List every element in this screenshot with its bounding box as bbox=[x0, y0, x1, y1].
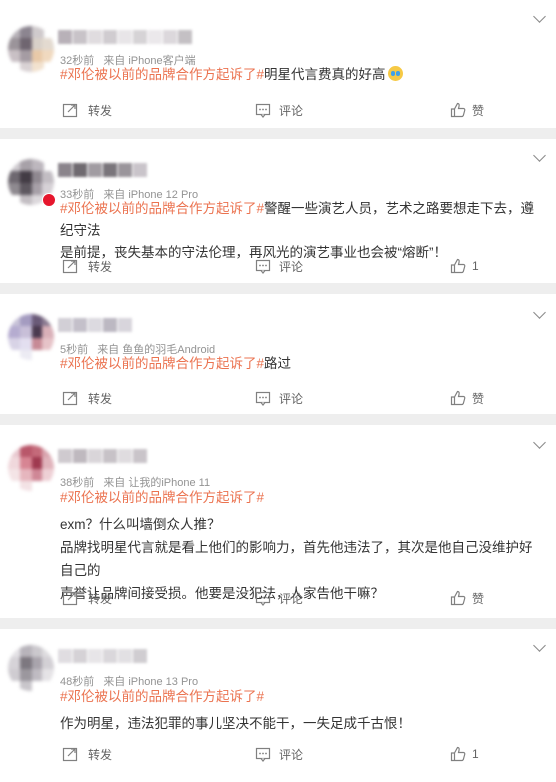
like-label: 赞 bbox=[472, 591, 485, 606]
emoji-icon bbox=[387, 66, 403, 81]
chevron-down-icon[interactable] bbox=[533, 436, 546, 449]
comment-button[interactable]: 评论 bbox=[255, 588, 303, 608]
forward-label: 转发 bbox=[88, 747, 113, 762]
comment-icon bbox=[255, 391, 271, 406]
comment-body: #邓伦被以前的品牌合作方起诉了#路过 bbox=[60, 353, 544, 375]
avatar[interactable] bbox=[8, 314, 54, 360]
hashtag-link[interactable]: #邓伦被以前的品牌合作方起诉了# bbox=[60, 356, 264, 371]
comment-button[interactable]: 评论 bbox=[255, 388, 303, 408]
comment-feed: 32秒前 来自 iPhone客户端 #邓伦被以前的品牌合作方起诉了#明星代言费真… bbox=[0, 0, 556, 782]
comment-icon bbox=[255, 259, 271, 274]
forward-icon bbox=[62, 103, 78, 118]
comment-card: 38秒前 来自 让我的iPhone 11 #邓伦被以前的品牌合作方起诉了# ex… bbox=[0, 425, 556, 618]
forward-button[interactable]: 转发 bbox=[62, 744, 112, 764]
username-redacted bbox=[58, 163, 148, 179]
comment-icon bbox=[255, 103, 271, 118]
comment-button[interactable]: 评论 bbox=[255, 744, 303, 764]
verified-badge-icon bbox=[42, 193, 56, 207]
chevron-down-icon[interactable] bbox=[533, 10, 546, 23]
like-button[interactable]: 1 bbox=[450, 744, 479, 764]
forward-button[interactable]: 转发 bbox=[62, 256, 112, 276]
avatar[interactable] bbox=[8, 445, 54, 491]
forward-button[interactable]: 转发 bbox=[62, 388, 112, 408]
comment-card: 48秒前 来自 iPhone 13 Pro #邓伦被以前的品牌合作方起诉了# 作… bbox=[0, 629, 556, 782]
comment-line: #邓伦被以前的品牌合作方起诉了#警醒一些演艺人员，艺术之路要想走下去，遵纪守法 bbox=[60, 198, 544, 242]
comment-card: 5秒前 来自 鱼鱼的羽毛Android #邓伦被以前的品牌合作方起诉了#路过 转… bbox=[0, 294, 556, 414]
like-count: 1 bbox=[472, 259, 479, 273]
comment-card: 33秒前 来自 iPhone 12 Pro #邓伦被以前的品牌合作方起诉了#警醒… bbox=[0, 139, 556, 283]
like-icon bbox=[450, 746, 466, 762]
comment-button[interactable]: 评论 bbox=[255, 100, 303, 120]
forward-label: 转发 bbox=[88, 259, 113, 274]
comment-text: 明星代言费真的好高 bbox=[264, 67, 386, 82]
hashtag-link[interactable]: #邓伦被以前的品牌合作方起诉了# bbox=[60, 486, 544, 509]
forward-label: 转发 bbox=[88, 103, 113, 118]
like-count: 1 bbox=[472, 747, 479, 761]
like-button[interactable]: 赞 bbox=[450, 588, 484, 608]
like-icon bbox=[450, 258, 466, 274]
forward-label: 转发 bbox=[88, 391, 113, 406]
chevron-down-icon[interactable] bbox=[533, 639, 546, 652]
avatar[interactable] bbox=[8, 26, 54, 72]
username-redacted bbox=[58, 30, 193, 46]
comment-button[interactable]: 评论 bbox=[255, 256, 303, 276]
comment-icon bbox=[255, 747, 271, 762]
comment-text: 路过 bbox=[264, 356, 292, 371]
username-redacted bbox=[58, 449, 148, 465]
like-icon bbox=[450, 590, 466, 606]
forward-label: 转发 bbox=[88, 591, 113, 606]
like-button[interactable]: 1 bbox=[450, 256, 479, 276]
like-label: 赞 bbox=[472, 103, 485, 118]
chevron-down-icon[interactable] bbox=[533, 306, 546, 319]
comment-label: 评论 bbox=[279, 259, 304, 274]
action-bar: 转发 评论 1 bbox=[0, 256, 556, 276]
comment-icon bbox=[255, 591, 271, 606]
action-bar: 转发 评论 1 bbox=[0, 744, 556, 764]
comment-label: 评论 bbox=[279, 747, 304, 762]
comment-body: #邓伦被以前的品牌合作方起诉了#明星代言费真的好高 bbox=[60, 64, 544, 86]
username-redacted bbox=[58, 318, 133, 334]
action-bar: 转发 评论 赞 bbox=[0, 100, 556, 120]
forward-icon bbox=[62, 747, 78, 762]
hashtag-link[interactable]: #邓伦被以前的品牌合作方起诉了# bbox=[60, 67, 264, 82]
forward-button[interactable]: 转发 bbox=[62, 588, 112, 608]
comment-label: 评论 bbox=[279, 103, 304, 118]
comment-text: 作为明星，违法犯罪的事儿坚决不能干，一失足成千古恨！ bbox=[60, 716, 411, 731]
hashtag-link[interactable]: #邓伦被以前的品牌合作方起诉了# bbox=[60, 201, 264, 216]
hashtag-link[interactable]: #邓伦被以前的品牌合作方起诉了# bbox=[60, 685, 544, 708]
like-icon bbox=[450, 102, 466, 118]
comment-body: #邓伦被以前的品牌合作方起诉了#警醒一些演艺人员，艺术之路要想走下去，遵纪守法 … bbox=[60, 198, 544, 264]
forward-button[interactable]: 转发 bbox=[62, 100, 112, 120]
avatar[interactable] bbox=[8, 645, 54, 691]
chevron-down-icon[interactable] bbox=[533, 149, 546, 162]
like-icon bbox=[450, 390, 466, 406]
like-button[interactable]: 赞 bbox=[450, 388, 484, 408]
comment-line: 品牌找明星代言就是看上他们的影响力，首先他违法了，其次是他自己没维护好自己的 bbox=[60, 540, 533, 578]
like-button[interactable]: 赞 bbox=[450, 100, 484, 120]
forward-icon bbox=[62, 591, 78, 606]
comment-card: 32秒前 来自 iPhone客户端 #邓伦被以前的品牌合作方起诉了#明星代言费真… bbox=[0, 0, 556, 128]
like-label: 赞 bbox=[472, 391, 485, 406]
action-bar: 转发 评论 赞 bbox=[0, 388, 556, 408]
action-bar: 转发 评论 赞 bbox=[0, 588, 556, 608]
comment-label: 评论 bbox=[279, 591, 304, 606]
comment-line: exm？什么叫墙倒众人推？ bbox=[60, 517, 221, 532]
username-redacted bbox=[58, 649, 148, 665]
comment-label: 评论 bbox=[279, 391, 304, 406]
forward-icon bbox=[62, 259, 78, 274]
forward-icon bbox=[62, 391, 78, 406]
comment-body: #邓伦被以前的品牌合作方起诉了# 作为明星，违法犯罪的事儿坚决不能干，一失足成千… bbox=[60, 685, 544, 735]
